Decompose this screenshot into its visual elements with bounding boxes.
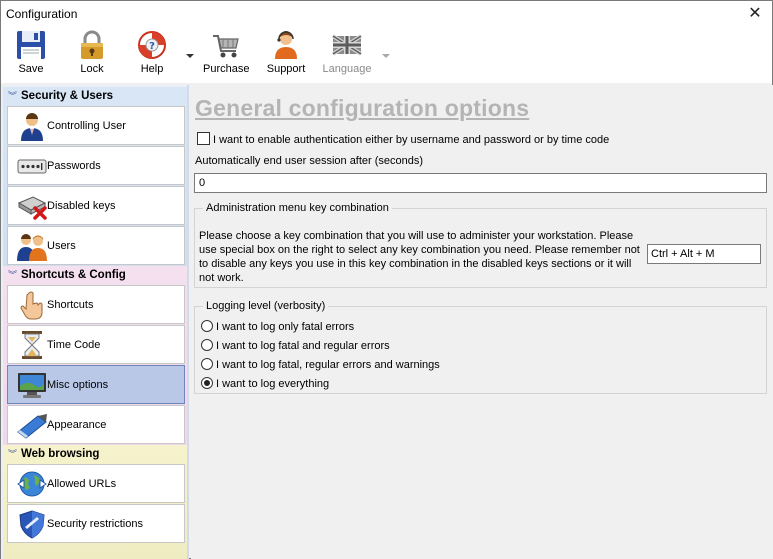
hand-icon	[20, 291, 43, 320]
sidebar-item-security-restrictions[interactable]: Security restrictions	[7, 504, 185, 543]
language-button[interactable]: Language	[321, 29, 373, 81]
radio-button[interactable]	[201, 320, 213, 332]
sidebar-item-label: Time Code	[47, 339, 101, 351]
sidebar-group-web-browsing: ︾ Web browsing Allowed URLs Security res…	[3, 445, 187, 559]
sidebar-item-appearance[interactable]: Appearance	[7, 405, 185, 444]
sidebar-group-shortcuts-config: ︾ Shortcuts & Config Shortcuts Time Code	[3, 266, 187, 445]
user-icon	[21, 113, 43, 141]
lock-button[interactable]: Lock	[74, 29, 110, 81]
group-header-shortcuts-config[interactable]: ︾ Shortcuts & Config	[3, 266, 187, 284]
admin-key-combination-group: Administration menu key combination Plea…	[194, 202, 767, 288]
users-icon	[17, 234, 47, 261]
sidebar-item-disabled-keys[interactable]: Disabled keys	[7, 186, 185, 225]
group-header-web-browsing[interactable]: ︾ Web browsing	[3, 445, 187, 463]
language-dropdown-arrow-icon[interactable]	[382, 54, 390, 58]
title-bar: Configuration ✕	[1, 1, 772, 27]
sidebar-item-label: Appearance	[47, 419, 107, 431]
sidebar-item-misc-options[interactable]: Misc options	[7, 365, 185, 404]
help-dropdown-arrow-icon[interactable]	[186, 54, 194, 58]
sidebar-item-label: Shortcuts	[47, 299, 94, 311]
disabled-keys-icon	[17, 196, 47, 220]
group-title: Shortcuts & Config	[21, 269, 126, 281]
padlock-icon	[81, 30, 103, 59]
purchase-label: Purchase	[203, 63, 250, 75]
sidebar-item-controlling-user[interactable]: Controlling User	[7, 106, 185, 145]
configuration-window: Configuration ✕ Save Lock ? Help Purchas…	[0, 0, 773, 559]
collapse-chevron-icon[interactable]: ︾	[8, 266, 17, 284]
sidebar-item-passwords[interactable]: Passwords	[7, 146, 185, 185]
sidebar-item-label: Users	[47, 240, 76, 252]
support-button[interactable]: Support	[265, 29, 307, 81]
radio-button[interactable]	[201, 358, 213, 370]
help-label: Help	[140, 63, 164, 75]
globe-icon	[17, 471, 47, 497]
hourglass-icon	[22, 331, 42, 359]
group-header-security-users[interactable]: ︾ Security & Users	[3, 87, 187, 105]
logging-group-legend: Logging level (verbosity)	[203, 300, 329, 312]
support-label: Support	[266, 63, 306, 75]
save-button[interactable]: Save	[13, 29, 49, 81]
sidebar-item-shortcuts[interactable]: Shortcuts	[7, 285, 185, 324]
main-panel: General configuration options I want to …	[191, 85, 773, 559]
svg-text:?: ?	[149, 41, 155, 52]
admin-description: Please choose a key combination that you…	[199, 230, 640, 284]
auth-checkbox-label: I want to enable authentication either b…	[213, 134, 610, 146]
radio-label: I want to log fatal, regular errors and …	[216, 359, 440, 371]
group-title: Security & Users	[21, 90, 114, 102]
sidebar-item-label: Misc options	[47, 379, 109, 391]
lock-label: Lock	[80, 63, 104, 75]
auth-checkbox[interactable]	[197, 132, 210, 145]
collapse-chevron-icon[interactable]: ︾	[8, 445, 17, 463]
save-label: Save	[18, 63, 44, 75]
monitor-icon	[18, 373, 46, 398]
page-title: General configuration options	[195, 95, 530, 121]
radio-label: I want to log only fatal errors	[216, 321, 355, 333]
sidebar-item-allowed-urls[interactable]: Allowed URLs	[7, 464, 185, 503]
password-icon	[17, 159, 47, 174]
log-option-fatal[interactable]: I want to log only fatal errors	[201, 320, 354, 333]
key-combination-input[interactable]: Ctrl + Alt + M	[647, 244, 761, 264]
language-label: Language	[322, 63, 372, 75]
close-icon[interactable]: ✕	[738, 1, 772, 27]
shield-icon	[19, 510, 45, 539]
sidebar-item-label: Allowed URLs	[47, 478, 117, 490]
log-option-fatal-regular-warnings[interactable]: I want to log fatal, regular errors and …	[201, 358, 440, 371]
help-button[interactable]: ? Help	[134, 29, 170, 81]
support-person-icon	[275, 31, 297, 59]
sidebar-group-security-users: ︾ Security & Users Controlling User Pass…	[3, 87, 187, 266]
log-option-everything[interactable]: I want to log everything	[201, 377, 329, 390]
toolbar: Save Lock ? Help Purchase Support Langua…	[1, 27, 772, 83]
collapse-chevron-icon[interactable]: ︾	[8, 87, 17, 105]
lifebuoy-icon: ?	[138, 31, 166, 59]
admin-group-legend: Administration menu key combination	[203, 202, 392, 214]
radio-button[interactable]	[201, 339, 213, 351]
sidebar-item-label: Controlling User	[47, 120, 126, 132]
radio-button-checked[interactable]	[201, 377, 213, 389]
auth-checkbox-row[interactable]: I want to enable authentication either b…	[197, 132, 609, 146]
session-timeout-input[interactable]: 0	[194, 173, 767, 193]
purchase-button[interactable]: Purchase	[203, 29, 249, 81]
shopping-cart-icon	[213, 35, 239, 58]
group-title: Web browsing	[21, 448, 100, 460]
floppy-disk-icon	[17, 31, 45, 59]
window-title: Configuration	[6, 7, 78, 21]
sidebar-item-label: Disabled keys	[47, 200, 116, 212]
uk-flag-icon	[331, 34, 363, 56]
sidebar: ︾ Security & Users Controlling User Pass…	[1, 85, 189, 559]
logging-level-group: Logging level (verbosity) I want to log …	[194, 300, 767, 394]
sidebar-item-label: Security restrictions	[47, 518, 143, 530]
radio-label: I want to log fatal and regular errors	[216, 340, 390, 352]
sidebar-item-time-code[interactable]: Time Code	[7, 325, 185, 364]
session-timeout-label: Automatically end user session after (se…	[195, 155, 424, 167]
sidebar-item-label: Passwords	[47, 160, 101, 172]
paint-icon	[17, 414, 47, 439]
radio-label: I want to log everything	[216, 378, 330, 390]
sidebar-item-users[interactable]: Users	[7, 226, 185, 265]
log-option-fatal-regular[interactable]: I want to log fatal and regular errors	[201, 339, 390, 352]
